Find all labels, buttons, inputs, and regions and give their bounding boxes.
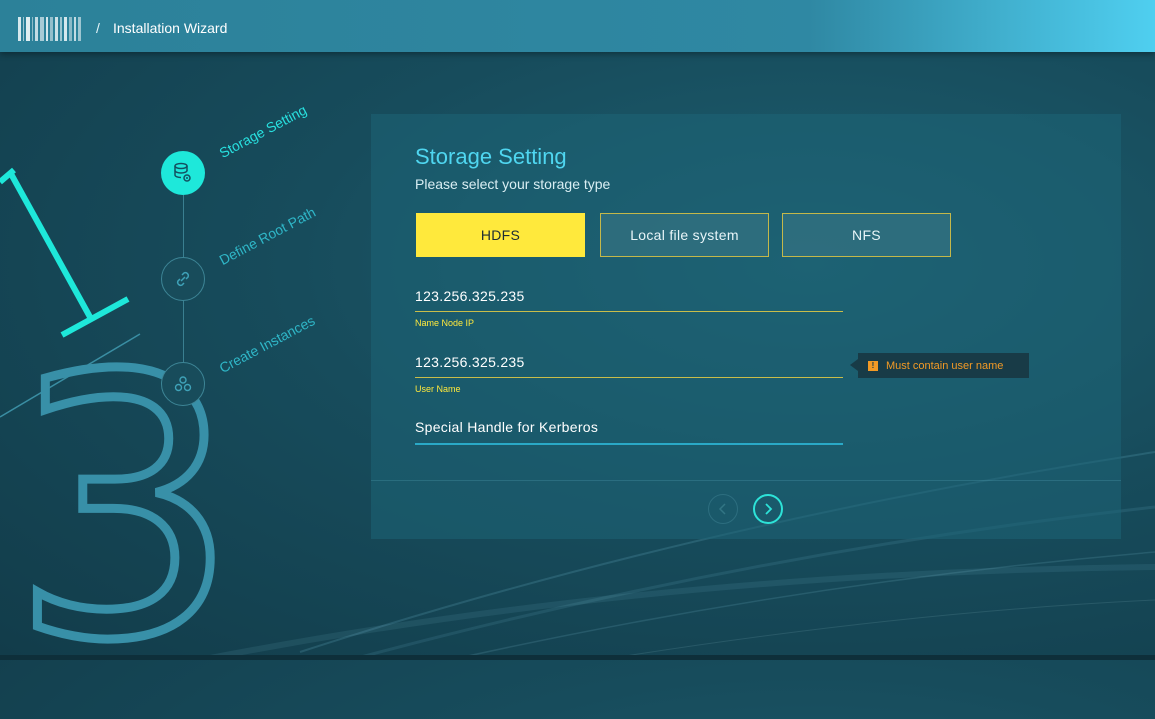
- panel-title: Storage Setting: [415, 144, 567, 169]
- user-name-input[interactable]: 123.256.325.235: [415, 354, 843, 370]
- panel-divider: [371, 480, 1121, 481]
- page-title: Installation Wizard: [113, 20, 228, 36]
- name-node-ip-label: Name Node IP: [415, 318, 475, 328]
- step-storage-setting[interactable]: [161, 151, 205, 195]
- name-node-ip-field[interactable]: 123.256.325.235 Name Node IP: [415, 288, 843, 328]
- previous-button[interactable]: [708, 494, 738, 524]
- top-bar: / Installation Wizard: [0, 0, 1155, 52]
- step-define-root-path[interactable]: [161, 257, 205, 301]
- chevron-right-icon: [765, 503, 773, 515]
- database-gear-icon: [174, 162, 191, 182]
- field-underline: [415, 443, 843, 445]
- bottom-strip: [0, 655, 1155, 660]
- user-name-field[interactable]: 123.256.325.235 User Name: [415, 354, 843, 394]
- next-button[interactable]: [753, 494, 783, 524]
- field-underline: [415, 311, 843, 312]
- name-node-ip-input[interactable]: 123.256.325.235: [415, 288, 843, 304]
- kerberos-field[interactable]: Special Handle for Kerberos: [415, 419, 843, 445]
- breadcrumb-separator: /: [96, 20, 100, 36]
- link-icon: [176, 271, 190, 287]
- validation-tooltip: ! Must contain user name: [850, 353, 1029, 378]
- validation-message: Must contain user name: [886, 359, 1004, 372]
- storage-option-hdfs[interactable]: HDFS: [416, 213, 585, 257]
- nodes-icon: [174, 376, 192, 392]
- storage-option-local-file-system[interactable]: Local file system: [600, 213, 769, 257]
- chevron-left-icon: [718, 503, 726, 515]
- user-name-label: User Name: [415, 384, 461, 394]
- field-underline: [415, 377, 843, 378]
- step-create-instances[interactable]: [161, 362, 205, 406]
- warning-icon: !: [868, 360, 878, 371]
- kerberos-input[interactable]: Special Handle for Kerberos: [415, 419, 843, 435]
- storage-setting-panel: Storage Setting Please select your stora…: [371, 114, 1121, 539]
- panel-subtitle: Please select your storage type: [415, 176, 611, 192]
- storage-option-nfs[interactable]: NFS: [782, 213, 951, 257]
- logo[interactable]: [18, 17, 81, 41]
